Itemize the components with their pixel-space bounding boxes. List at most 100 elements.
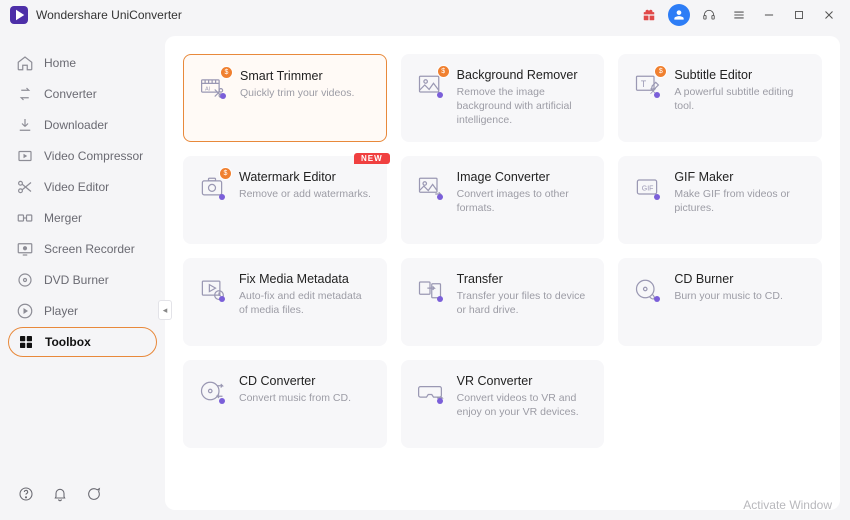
sidebar-item-downloader[interactable]: Downloader	[8, 110, 157, 140]
transfer-icon	[415, 274, 445, 304]
accent-dot-icon	[437, 92, 443, 98]
tool-card-desc: A powerful subtitle editing tool.	[674, 85, 808, 113]
tool-card-desc: Convert music from CD.	[239, 391, 351, 405]
titlebar: Wondershare UniConverter	[0, 0, 850, 30]
tool-card-desc: Convert videos to VR and enjoy on your V…	[457, 391, 591, 419]
close-icon[interactable]	[818, 4, 840, 26]
tool-card-title: CD Converter	[239, 374, 351, 388]
subtitle-editor-icon: T$	[632, 70, 662, 100]
user-avatar-icon[interactable]	[668, 4, 690, 26]
premium-coin-badge-icon: $	[220, 66, 233, 79]
os-watermark: Activate Window	[743, 498, 832, 512]
tool-card-desc: Convert images to other formats.	[457, 187, 591, 215]
tool-card-subtitle-editor[interactable]: T$Subtitle EditorA powerful subtitle edi…	[618, 54, 822, 142]
sidebar-item-label: Home	[44, 56, 76, 70]
sidebar-item-toolbox[interactable]: Toolbox	[8, 327, 157, 357]
app-logo-icon	[10, 6, 28, 24]
tool-card-transfer[interactable]: TransferTransfer your files to device or…	[401, 258, 605, 346]
tool-card-title: Smart Trimmer	[240, 69, 354, 83]
app-title: Wondershare UniConverter	[36, 8, 182, 22]
help-icon[interactable]	[18, 486, 34, 502]
tool-card-background-remover[interactable]: $ Background Remover Remove the image back…	[401, 54, 605, 142]
sidebar-item-merger[interactable]: Merger	[8, 203, 157, 233]
cd-burner-icon	[632, 274, 662, 304]
fix-media-metadata-icon	[197, 274, 227, 304]
home-icon	[16, 54, 34, 72]
tool-card-title: Fix Media Metadata	[239, 272, 373, 286]
tool-card-desc: Auto-fix and edit metadata of media file…	[239, 289, 373, 317]
tool-card-title: CD Burner	[674, 272, 783, 286]
sidebar-item-label: Merger	[44, 211, 82, 225]
sidebar-item-label: Converter	[44, 87, 97, 101]
menu-icon[interactable]	[728, 4, 750, 26]
tool-card-desc: Transfer your files to device or hard dr…	[457, 289, 591, 317]
tool-card-smart-trimmer[interactable]: AI$Smart TrimmerQuickly trim your videos…	[183, 54, 387, 142]
premium-coin-badge-icon: $	[219, 167, 232, 180]
gift-icon[interactable]	[638, 4, 660, 26]
sidebar-item-label: Video Compressor	[44, 149, 143, 163]
sidebar: Home Converter Downloader Video Compress…	[0, 30, 165, 520]
cd-converter-icon	[197, 376, 227, 406]
sidebar-item-label: Downloader	[44, 118, 108, 132]
accent-dot-icon	[219, 398, 225, 404]
toolbox-icon	[17, 333, 35, 351]
accent-dot-icon	[219, 296, 225, 302]
watermark-editor-icon: $	[197, 172, 227, 202]
vr-converter-icon	[415, 376, 445, 406]
svg-text:T: T	[641, 79, 647, 89]
converter-icon	[16, 85, 34, 103]
tool-card-desc: Quickly trim your videos.	[240, 86, 354, 100]
smart-trimmer-icon: AI$	[198, 71, 228, 101]
sidebar-item-converter[interactable]: Converter	[8, 79, 157, 109]
tool-card-cd-converter[interactable]: CD Converter Convert music from CD.	[183, 360, 387, 448]
content-panel: AI$Smart TrimmerQuickly trim your videos…	[165, 36, 840, 510]
image-converter-icon	[415, 172, 445, 202]
compressor-icon	[16, 147, 34, 165]
tool-grid: AI$Smart TrimmerQuickly trim your videos…	[183, 54, 822, 448]
sidebar-item-player[interactable]: Player	[8, 296, 157, 326]
sidebar-footer	[18, 486, 102, 502]
tool-card-desc: Remove the image background with artific…	[457, 85, 591, 128]
sidebar-item-label: Screen Recorder	[44, 242, 135, 256]
accent-dot-icon	[437, 194, 443, 200]
tool-card-desc: Remove or add watermarks.	[239, 187, 371, 201]
chat-icon[interactable]	[86, 486, 102, 502]
svg-text:AI: AI	[205, 86, 210, 92]
tool-card-title: Background Remover	[457, 68, 591, 82]
accent-dot-icon	[437, 398, 443, 404]
tool-card-image-converter[interactable]: Image ConverterConvert images to other f…	[401, 156, 605, 244]
tool-card-desc: Burn your music to CD.	[674, 289, 783, 303]
sidebar-item-dvd-burner[interactable]: DVD Burner	[8, 265, 157, 295]
sidebar-collapse-handle[interactable]: ◂	[158, 300, 172, 320]
bell-icon[interactable]	[52, 486, 68, 502]
minimize-icon[interactable]	[758, 4, 780, 26]
scissors-icon	[16, 178, 34, 196]
background-remover-icon: $	[415, 70, 445, 100]
sidebar-item-home[interactable]: Home	[8, 48, 157, 78]
tool-card-title: GIF Maker	[674, 170, 808, 184]
accent-dot-icon	[437, 296, 443, 302]
play-icon	[16, 302, 34, 320]
tool-card-fix-media-metadata[interactable]: Fix Media Metadata Auto-fix and edit meta…	[183, 258, 387, 346]
premium-coin-badge-icon: $	[654, 65, 667, 78]
sidebar-item-video-editor[interactable]: Video Editor	[8, 172, 157, 202]
sidebar-item-compressor[interactable]: Video Compressor	[8, 141, 157, 171]
disc-icon	[16, 271, 34, 289]
headset-icon[interactable]	[698, 4, 720, 26]
sidebar-item-label: DVD Burner	[44, 273, 109, 287]
sidebar-item-screen-recorder[interactable]: Screen Recorder	[8, 234, 157, 264]
tool-card-title: VR Converter	[457, 374, 591, 388]
download-icon	[16, 116, 34, 134]
gif-maker-icon: GIF	[632, 172, 662, 202]
merger-icon	[16, 209, 34, 227]
accent-dot-icon	[219, 194, 225, 200]
sidebar-item-label: Player	[44, 304, 78, 318]
tool-card-vr-converter[interactable]: VR Converter Convert videos to VR and enj…	[401, 360, 605, 448]
new-badge: NEW	[354, 153, 390, 164]
tool-card-title: Watermark Editor	[239, 170, 371, 184]
tool-card-gif-maker[interactable]: GIFGIF MakerMake GIF from videos or pict…	[618, 156, 822, 244]
tool-card-title: Subtitle Editor	[674, 68, 808, 82]
tool-card-cd-burner[interactable]: CD Burner Burn your music to CD.	[618, 258, 822, 346]
tool-card-watermark-editor[interactable]: $ Watermark Editor Remove or add watermark…	[183, 156, 387, 244]
maximize-icon[interactable]	[788, 4, 810, 26]
